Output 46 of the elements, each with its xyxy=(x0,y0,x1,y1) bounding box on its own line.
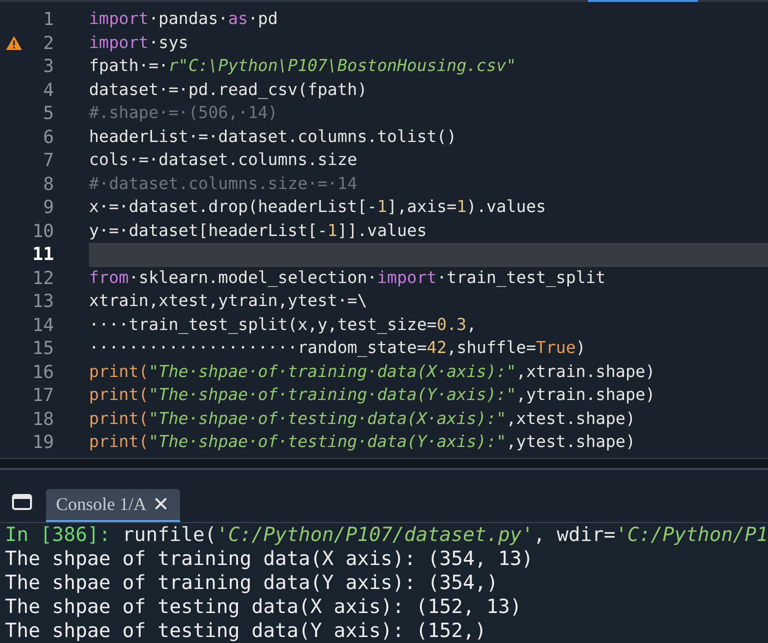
line-number: 8 xyxy=(42,172,54,197)
close-icon[interactable]: ✕ xyxy=(152,490,170,520)
line-number: 9 xyxy=(42,196,54,220)
line-number: 11 xyxy=(31,243,54,268)
line-number: 5 xyxy=(42,102,54,126)
console-command: In [386]: runfile('C:/Python/P107/dataset.py', wdir='C:/Python/P1 xyxy=(5,523,768,547)
console-output-line: The shpae of training data(Y axis): (354,) xyxy=(5,571,500,595)
code-line: dataset·=·pd.read_csv(fpath) xyxy=(89,78,368,101)
line-number: 16 xyxy=(31,360,54,385)
code-line: ····train_test_split(x,y,test_size=0.3, xyxy=(89,314,476,336)
code-line: import·sys xyxy=(89,32,188,54)
code-line: print("The·shpae·of·testing·data(X·axis):",xtest.shape) xyxy=(89,408,636,430)
code-line: #.shape·=·(506,·14) xyxy=(89,102,278,124)
console-output-line: The shpae of testing data(X axis): (152, 13) xyxy=(5,595,523,619)
code-line: x·=·dataset.drop(headerList[-1],axis=1).values xyxy=(89,196,546,218)
line-number: 3 xyxy=(42,55,54,80)
code-line: fpath·=·r"C:\Python\P107\BostonHousing.csv" xyxy=(89,55,516,78)
line-number: 2 xyxy=(42,32,54,56)
code-line: print("The·shpae·of·testing·data(Y·axis):",ytest.shape) xyxy=(89,431,636,454)
line-number: 6 xyxy=(42,126,54,150)
line-number: 17 xyxy=(31,384,54,408)
warning-icon[interactable] xyxy=(5,35,23,52)
line-number: 1 xyxy=(42,8,54,32)
code-line: ·····················random_state=42,shuffle=True) xyxy=(89,337,586,360)
console-output-line: The shpae of training data(X axis): (354, 13) xyxy=(5,547,534,571)
code-line: headerList·=·dataset.columns.tolist() xyxy=(89,126,457,148)
code-line: cols·=·dataset.columns.size xyxy=(89,149,358,172)
line-number: 12 xyxy=(31,266,54,291)
line-number: 15 xyxy=(31,337,54,362)
code-line: #·dataset.columns.size·=·14 xyxy=(89,172,358,195)
line-number: 7 xyxy=(42,149,54,174)
code-line: print("The·shpae·of·training·data(X·axis):",xtrain.shape) xyxy=(89,360,656,383)
line-number: 13 xyxy=(31,290,54,314)
code-line: print("The·shpae·of·training·data(Y·axis):",ytrain.shape) xyxy=(89,384,656,406)
window-icon[interactable] xyxy=(12,494,32,510)
line-number: 10 xyxy=(31,220,54,244)
code-line: y·=·dataset[headerList[-1]].values xyxy=(89,220,427,242)
code-line: xtrain,xtest,ytrain,ytest·=\ xyxy=(89,290,368,312)
line-number: 18 xyxy=(31,408,54,432)
code-line: from·sklearn.model_selection·import·train_test_split xyxy=(89,266,606,289)
line-number: 14 xyxy=(31,314,54,338)
console-tab[interactable]: Console 1/A ✕ xyxy=(46,489,180,522)
line-number: 19 xyxy=(31,431,54,456)
console-output-line: The shpae of testing data(Y axis): (152,) xyxy=(5,619,488,643)
code-line: import·pandas·as·pd xyxy=(89,8,278,30)
line-number: 4 xyxy=(42,78,54,103)
